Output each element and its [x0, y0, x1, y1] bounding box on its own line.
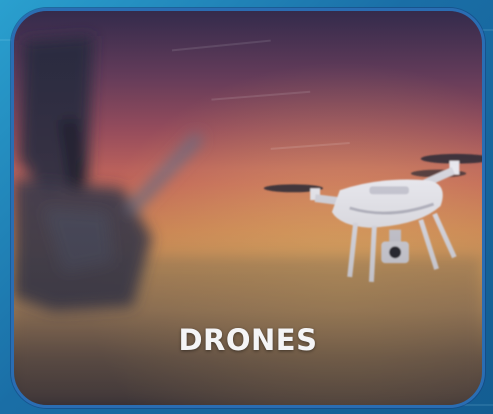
card-label: DRONES	[178, 323, 318, 357]
page-background: DRONES	[0, 0, 493, 414]
category-card-drones[interactable]: DRONES	[11, 8, 485, 408]
